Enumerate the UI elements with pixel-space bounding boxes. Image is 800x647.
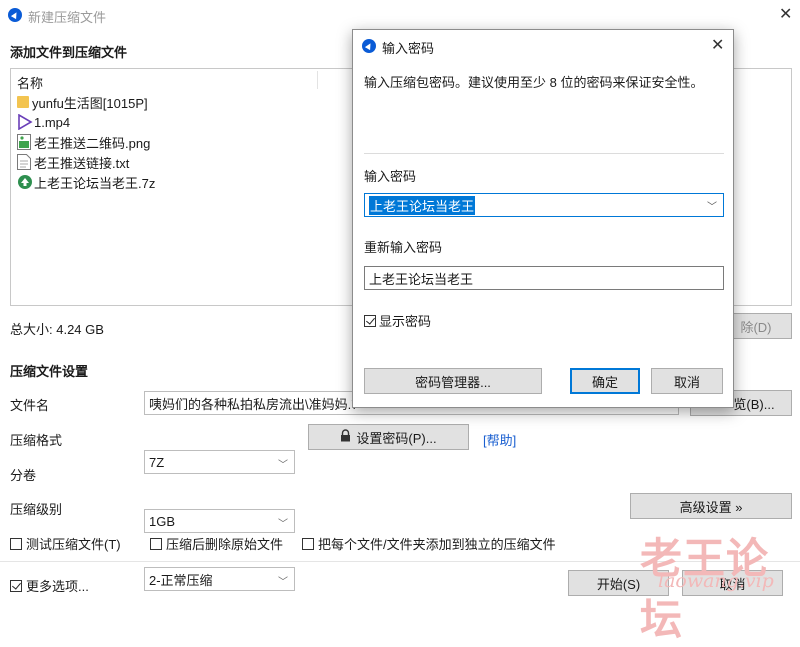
filename-label: 文件名 — [10, 398, 50, 413]
app-logo-icon — [362, 39, 376, 53]
show-password-checkbox[interactable]: 显示密码 — [364, 311, 431, 330]
chevron-down-icon: ﹀ — [278, 577, 288, 588]
file-name: 1.mp4 — [34, 114, 71, 130]
password-value: 上老王论坛当老王 — [369, 195, 476, 215]
split-value: 1GB — [149, 513, 176, 529]
test-archive-label: 测试压缩文件(T) — [26, 537, 121, 552]
password-dialog: 输入密码 ✕ 输入压缩包密码。建议使用至少 8 位的密码来保证安全性。 输入密码… — [352, 29, 734, 408]
list-item[interactable]: yunfu生活图[1015P] — [17, 92, 148, 112]
more-options-checkbox[interactable]: 更多选项... — [10, 576, 89, 595]
file-name: yunfu生活图[1015P] — [32, 95, 148, 111]
chevron-down-icon: ﹀ — [278, 460, 288, 471]
split-label: 分卷 — [10, 468, 37, 483]
column-separator[interactable] — [317, 71, 318, 89]
help-link[interactable]: [帮助] — [483, 430, 516, 449]
list-item[interactable]: 老王推送链接.txt — [17, 152, 129, 172]
list-item[interactable]: 1.mp4 — [17, 112, 70, 132]
list-item[interactable]: 老王推送二维码.png — [17, 132, 150, 152]
archive-file-icon — [17, 174, 32, 190]
file-name: 老王推送链接.txt — [34, 155, 130, 171]
test-archive-checkbox[interactable]: 测试压缩文件(T) — [10, 534, 121, 553]
password-label: 输入密码 — [364, 169, 417, 184]
dialog-close-button[interactable]: ✕ — [711, 35, 724, 55]
chevron-down-icon: ﹀ — [278, 519, 288, 530]
checkbox-box[interactable] — [10, 537, 22, 550]
video-file-icon — [17, 114, 33, 130]
set-password-button[interactable]: 设置密码(P)... — [308, 424, 469, 450]
watermark-url: laowang.vip — [658, 570, 774, 592]
set-password-label: 设置密码(P)... — [356, 430, 437, 446]
dialog-cancel-button[interactable]: 取消 — [651, 368, 723, 394]
show-password-label: 显示密码 — [379, 314, 432, 329]
chevron-down-icon[interactable]: ﹀ — [707, 198, 717, 213]
delete-after-label: 压缩后删除原始文件 — [166, 537, 284, 552]
level-select[interactable]: 2-正常压缩 ﹀ — [144, 567, 295, 591]
level-value: 2-正常压缩 — [149, 572, 213, 588]
folder-icon — [17, 96, 29, 108]
window-close-button[interactable]: ✕ — [779, 4, 792, 24]
files-section-title: 添加文件到压缩文件 — [10, 45, 128, 60]
checkbox-box[interactable] — [10, 579, 22, 592]
start-button-label: 开始(S) — [596, 576, 641, 592]
ok-button-label: 确定 — [591, 374, 618, 390]
ok-button[interactable]: 确定 — [570, 368, 640, 394]
split-select[interactable]: 1GB ﹀ — [144, 509, 295, 533]
dialog-cancel-label: 取消 — [673, 374, 700, 390]
lock-icon — [340, 429, 351, 445]
level-label: 压缩级别 — [10, 502, 63, 517]
reenter-label: 重新输入密码 — [364, 240, 443, 255]
password-input[interactable]: 上老王论坛当老王 ﹀ — [364, 193, 724, 217]
advanced-settings-button[interactable]: 高级设置 » — [630, 493, 792, 519]
checkbox-box[interactable] — [364, 314, 376, 327]
password-hint: 输入压缩包密码。建议使用至少 8 位的密码来保证安全性。 — [364, 75, 704, 90]
separate-archives-label: 把每个文件/文件夹添加到独立的压缩文件 — [318, 537, 556, 552]
filename-value: 咦妈们的各种私拍私房流出\准妈妈.7 — [149, 396, 359, 412]
app-logo-icon — [8, 8, 22, 22]
dialog-divider — [364, 153, 724, 154]
file-name: 老王推送二维码.png — [34, 135, 151, 151]
format-value: 7Z — [149, 454, 165, 470]
dialog-title: 输入密码 — [382, 41, 435, 56]
reenter-value: 上老王论坛当老王 — [369, 271, 474, 287]
total-size: 总大小: 4.24 GB — [10, 322, 104, 337]
password-manager-label: 密码管理器... — [415, 374, 491, 390]
password-manager-button[interactable]: 密码管理器... — [364, 368, 542, 394]
file-name: 上老王论坛当老王.7z — [34, 175, 156, 191]
checkbox-box[interactable] — [150, 537, 162, 550]
advanced-settings-label: 高级设置 » — [679, 499, 743, 515]
window-title: 新建压缩文件 — [28, 10, 107, 25]
image-file-icon — [17, 134, 31, 150]
column-header-name[interactable]: 名称 — [17, 73, 43, 92]
text-file-icon — [17, 154, 31, 170]
separate-archives-checkbox[interactable]: 把每个文件/文件夹添加到独立的压缩文件 — [302, 534, 556, 553]
settings-section-title: 压缩文件设置 — [10, 364, 89, 379]
title-bar: 新建压缩文件 ✕ — [0, 0, 800, 30]
reenter-password-input[interactable]: 上老王论坛当老王 — [364, 266, 724, 290]
format-label: 压缩格式 — [10, 433, 63, 448]
format-select[interactable]: 7Z ﹀ — [144, 450, 295, 474]
list-item[interactable]: 上老王论坛当老王.7z — [17, 172, 155, 192]
more-options-label: 更多选项... — [26, 579, 89, 594]
delete-after-checkbox[interactable]: 压缩后删除原始文件 — [150, 534, 283, 553]
checkbox-box[interactable] — [302, 537, 314, 550]
